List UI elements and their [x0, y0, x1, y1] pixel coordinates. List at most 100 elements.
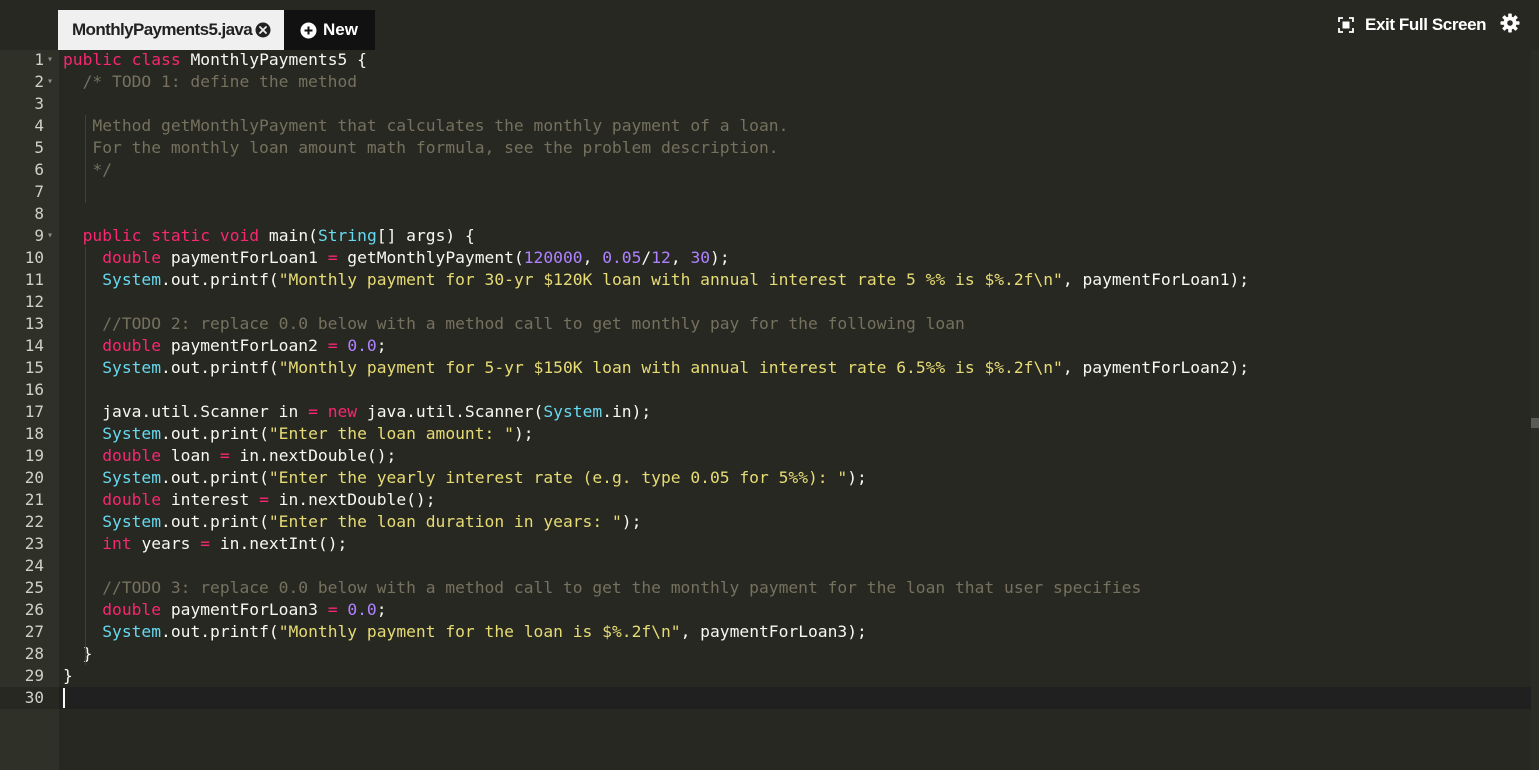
code-token: //TODO 2: replace 0.0 below with a metho…: [102, 314, 965, 333]
code-token: class: [131, 50, 181, 69]
code-line[interactable]: double paymentForLoan3 = 0.0;: [63, 599, 386, 621]
code-token: 30: [690, 248, 711, 267]
code-line[interactable]: System.out.print("Enter the loan duratio…: [63, 511, 641, 533]
code-line[interactable]: java.util.Scanner in = new java.util.Sca…: [63, 401, 651, 423]
code-line[interactable]: }: [63, 665, 73, 687]
plus-icon: [300, 22, 317, 38]
code-token: /* TODO 1: define the method: [82, 72, 358, 91]
code-token: interest: [161, 490, 260, 509]
line-number: 8: [34, 204, 44, 223]
indent-guide: [85, 247, 86, 665]
vertical-scrollbar[interactable]: [1531, 50, 1539, 770]
code-line[interactable]: //TODO 2: replace 0.0 below with a metho…: [63, 313, 965, 335]
code-token: 0.0: [347, 336, 377, 355]
code-token: double: [102, 336, 162, 355]
tab-bar: MonthlyPayments5.java New Exit Full Scre…: [0, 0, 1539, 50]
line-number: 13: [24, 314, 44, 333]
code-token: paymentForLoan1: [161, 248, 328, 267]
code-token: =: [259, 490, 269, 509]
code-line[interactable]: int years = in.nextInt();: [63, 533, 347, 555]
line-number: 22: [24, 512, 44, 531]
scrollbar-thumb[interactable]: [1531, 418, 1539, 428]
code-line[interactable]: System.out.print("Enter the yearly inter…: [63, 467, 867, 489]
code-line[interactable]: Method getMonthlyPayment that calculates…: [63, 115, 788, 137]
code-token: "Enter the loan amount: ": [268, 424, 514, 443]
code-token: years: [131, 534, 201, 553]
code-line[interactable]: double paymentForLoan1 = getMonthlyPayme…: [63, 247, 729, 269]
line-number: 14: [24, 336, 44, 355]
line-number: 28: [24, 644, 44, 663]
line-number: 1: [34, 50, 44, 69]
code-token: double: [102, 490, 162, 509]
code-line[interactable]: System.out.printf("Monthly payment for 5…: [63, 357, 1249, 379]
line-number: 25: [24, 578, 44, 597]
line-number: 26: [24, 600, 44, 619]
code-token: =: [327, 248, 338, 267]
code-token: getMonthlyPayment(: [337, 248, 524, 267]
code-token: double: [102, 446, 162, 465]
code-token: .out.printf(: [161, 358, 279, 377]
code-token: .out.print(: [161, 468, 269, 487]
code-line[interactable]: public static void main(String[] args) {: [63, 225, 475, 247]
line-number: 30: [24, 688, 44, 707]
code-token: .out.printf(: [161, 622, 279, 641]
code-token: public: [82, 226, 142, 245]
line-number: 24: [24, 556, 44, 575]
fold-toggle-icon[interactable]: ▾: [47, 71, 53, 93]
fold-toggle-icon[interactable]: ▾: [47, 225, 53, 247]
code-token: double: [102, 600, 162, 619]
code-line[interactable]: System.out.print("Enter the loan amount:…: [63, 423, 533, 445]
code-token: 12: [651, 248, 671, 267]
fold-toggle-icon[interactable]: ▾: [47, 49, 53, 71]
code-line[interactable]: double paymentForLoan2 = 0.0;: [63, 335, 387, 357]
code-line[interactable]: System.out.printf("Monthly payment for 3…: [63, 269, 1249, 291]
code-token: 0.0: [347, 600, 377, 619]
code-line[interactable]: */: [63, 159, 112, 181]
code-token: .out.printf(: [161, 270, 279, 289]
code-line[interactable]: //TODO 3: replace 0.0 below with a metho…: [63, 577, 1141, 599]
code-line[interactable]: For the monthly loan amount math formula…: [63, 137, 778, 159]
code-token: "Monthly payment for the loan is $%.2f\n…: [278, 622, 681, 641]
line-number: 3: [34, 94, 44, 113]
new-tab-button[interactable]: New: [284, 10, 375, 50]
line-number: 2: [34, 72, 44, 91]
line-number: 29: [24, 666, 44, 685]
code-token: ;: [376, 336, 387, 355]
code-line[interactable]: }: [63, 643, 93, 665]
close-icon[interactable]: [255, 22, 271, 38]
code-token: int: [102, 534, 132, 553]
code-token: 0.05: [602, 248, 642, 267]
code-line[interactable]: System.out.printf("Monthly payment for t…: [63, 621, 867, 643]
code-token: in.nextInt();: [210, 534, 348, 553]
tab-file-monthlypayments5[interactable]: MonthlyPayments5.java: [58, 10, 284, 50]
text-cursor: [63, 688, 65, 708]
line-number: 17: [24, 402, 44, 421]
line-number: 6: [34, 160, 44, 179]
code-line[interactable]: double interest = in.nextDouble();: [63, 489, 435, 511]
code-token: System: [102, 622, 162, 641]
exit-full-screen-label: Exit Full Screen: [1365, 15, 1487, 34]
line-number: 10: [24, 248, 44, 267]
code-line[interactable]: double loan = in.nextDouble();: [63, 445, 396, 467]
code-token: System: [102, 512, 162, 531]
code-line[interactable]: public class MonthlyPayments5 {: [63, 49, 367, 71]
code-line[interactable]: /* TODO 1: define the method: [63, 71, 357, 93]
indent-guide: [85, 115, 86, 203]
code-token: .out.print(: [161, 424, 269, 443]
gear-icon[interactable]: [1500, 13, 1520, 33]
exit-full-screen-button[interactable]: Exit Full Screen: [1338, 14, 1487, 36]
code-token: , paymentForLoan2);: [1062, 358, 1250, 377]
